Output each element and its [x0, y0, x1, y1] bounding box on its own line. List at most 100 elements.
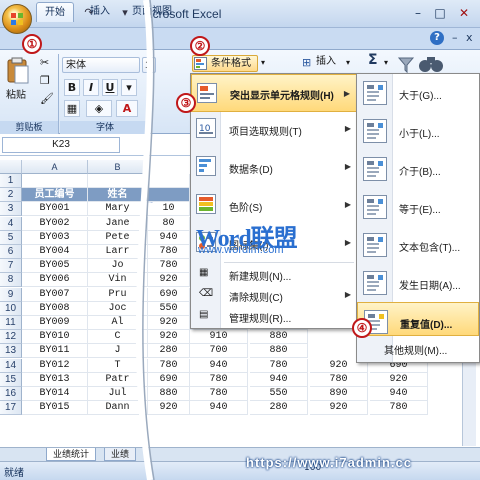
bold-button[interactable]: B: [64, 79, 80, 96]
close-button[interactable]: ✕: [454, 4, 474, 22]
menu-item-new-rule[interactable]: ▦ 新建规则(N)...: [191, 264, 357, 284]
row-header[interactable]: 10: [0, 301, 22, 316]
row-header[interactable]: 5: [0, 230, 22, 245]
grid-cell[interactable]: BY005: [22, 259, 88, 274]
row-header[interactable]: 1: [0, 174, 22, 188]
row-header[interactable]: 6: [0, 245, 22, 259]
submenu-arrow-icon: ▶: [343, 89, 350, 98]
row-header[interactable]: 4: [0, 216, 22, 231]
grid-cell[interactable]: BY003: [22, 230, 88, 245]
submenu-more-rules[interactable]: 其他规则(M)...: [384, 342, 447, 357]
grid-cell[interactable]: 940: [250, 372, 308, 387]
name-box[interactable]: K23: [2, 137, 120, 153]
grid-cell[interactable]: 员工编号: [22, 188, 88, 203]
submenu-item-less-than[interactable]: 小于(L)...: [357, 112, 479, 150]
grid-cell[interactable]: [22, 174, 88, 188]
menu-item-manage-rules[interactable]: ▤ 管理规则(R)...: [191, 306, 357, 326]
submenu-item-duplicate-values[interactable]: 重复值(D)...: [357, 302, 479, 336]
conditional-format-dropdown-icon[interactable]: ▾: [261, 58, 265, 67]
grid-cell[interactable]: 940: [190, 401, 248, 416]
select-all-corner[interactable]: [0, 160, 22, 174]
grid-cell[interactable]: BY012: [22, 358, 88, 373]
row-header[interactable]: 3: [0, 202, 22, 217]
border-icon[interactable]: ▦: [64, 100, 80, 117]
ribbon-close-icon[interactable]: x: [466, 31, 473, 44]
minimize-button[interactable]: –: [408, 4, 428, 22]
grid-cell[interactable]: BY004: [22, 245, 88, 259]
insert-cells-label[interactable]: 插入: [316, 54, 336, 70]
step-badge-4: ④: [352, 318, 372, 338]
grid-cell[interactable]: BY014: [22, 387, 88, 401]
row-header[interactable]: 14: [0, 358, 22, 373]
menu-item-highlight-cells-rules[interactable]: 突出显示单元格规则(H) ▶: [191, 74, 357, 112]
menu-item-clear-rules[interactable]: ⌫ 清除规则(C) ▶: [191, 285, 357, 305]
row-header[interactable]: 8: [0, 273, 22, 288]
sheet-tab-performance[interactable]: 业绩统计: [46, 448, 97, 461]
submenu-item-between[interactable]: 介于(B)...: [357, 150, 479, 188]
row-header[interactable]: 13: [0, 344, 22, 359]
grid-cell[interactable]: BY008: [22, 301, 88, 316]
office-button[interactable]: [2, 4, 32, 34]
column-header-a[interactable]: A: [22, 160, 88, 174]
autosum-icon[interactable]: Σ: [368, 52, 378, 68]
grid-cell[interactable]: 700: [190, 344, 248, 359]
grid-cell[interactable]: 910: [190, 330, 248, 345]
ribbon-minimize-icon[interactable]: –: [452, 31, 458, 44]
grid-cell[interactable]: BY015: [22, 401, 88, 416]
maximize-button[interactable]: □: [430, 4, 450, 22]
grid-cell[interactable]: BY013: [22, 372, 88, 387]
paste-icon[interactable]: [6, 56, 30, 86]
menu-item-color-scales[interactable]: 色阶(S) ▶: [191, 189, 357, 221]
grid-cell[interactable]: BY001: [22, 202, 88, 217]
grid-cell[interactable]: BY007: [22, 287, 88, 302]
row-header[interactable]: 9: [0, 287, 22, 302]
submenu-item-equal-to[interactable]: 等于(E)...: [357, 188, 479, 226]
grid-cell[interactable]: 780: [370, 401, 428, 416]
grid-cell[interactable]: 780: [190, 372, 248, 387]
row-header[interactable]: 12: [0, 330, 22, 345]
grid-cell[interactable]: 940: [370, 387, 428, 401]
grid-cell[interactable]: 780: [310, 372, 368, 387]
row-header[interactable]: 2: [0, 188, 22, 203]
sort-filter-icon[interactable]: [397, 56, 416, 74]
insert-cells-dropdown-icon[interactable]: ▾: [346, 58, 350, 67]
grid-cell[interactable]: 940: [190, 358, 248, 373]
italic-button[interactable]: I: [83, 79, 99, 96]
menu-item-top-bottom-rules[interactable]: 10 项目选取规则(T) ▶: [191, 113, 357, 145]
row-header[interactable]: 11: [0, 316, 22, 330]
find-binoculars-icon[interactable]: [418, 53, 444, 75]
submenu-item-text-contains[interactable]: 文本包含(T)...: [357, 226, 479, 264]
grid-cell[interactable]: 780: [250, 358, 308, 373]
grid-cell[interactable]: 780: [190, 387, 248, 401]
cut-icon[interactable]: ✂: [40, 56, 49, 69]
grid-cell[interactable]: 920: [370, 372, 428, 387]
insert-cells-icon[interactable]: ⊞: [302, 56, 311, 69]
paste-label[interactable]: 粘贴: [6, 88, 26, 104]
tab-home[interactable]: 开始: [36, 2, 74, 22]
copy-icon[interactable]: ❐: [40, 74, 50, 87]
grid-cell[interactable]: BY009: [22, 316, 88, 330]
row-header[interactable]: 17: [0, 401, 22, 416]
menu-item-label: 新建规则(N)...: [229, 272, 292, 283]
help-icon[interactable]: ?: [430, 31, 444, 45]
row-header[interactable]: 15: [0, 372, 22, 387]
grid-cell[interactable]: 920: [310, 401, 368, 416]
fill-color-icon[interactable]: ◈: [86, 100, 112, 117]
grid-cell[interactable]: BY010: [22, 330, 88, 345]
grid-cell[interactable]: BY011: [22, 344, 88, 359]
grid-cell[interactable]: 880: [250, 330, 308, 345]
grid-cell[interactable]: 880: [250, 344, 308, 359]
menu-item-data-bars[interactable]: 数据条(D) ▶: [191, 151, 357, 183]
grid-cell[interactable]: BY006: [22, 273, 88, 288]
submenu-item-date-occurring[interactable]: 发生日期(A)...: [357, 264, 479, 302]
row-header[interactable]: 7: [0, 259, 22, 274]
format-painter-icon[interactable]: 🖌: [40, 92, 54, 105]
submenu-item-greater-than[interactable]: 大于(G)...: [357, 74, 479, 112]
grid-cell[interactable]: 890: [310, 387, 368, 401]
row-header[interactable]: 16: [0, 387, 22, 401]
grid-cell[interactable]: BY002: [22, 216, 88, 231]
autosum-dropdown-icon[interactable]: ▾: [384, 58, 388, 67]
grid-cell[interactable]: 280: [250, 401, 308, 416]
grid-cell[interactable]: 550: [250, 387, 308, 401]
highlight-rules-icon: [197, 83, 217, 103]
